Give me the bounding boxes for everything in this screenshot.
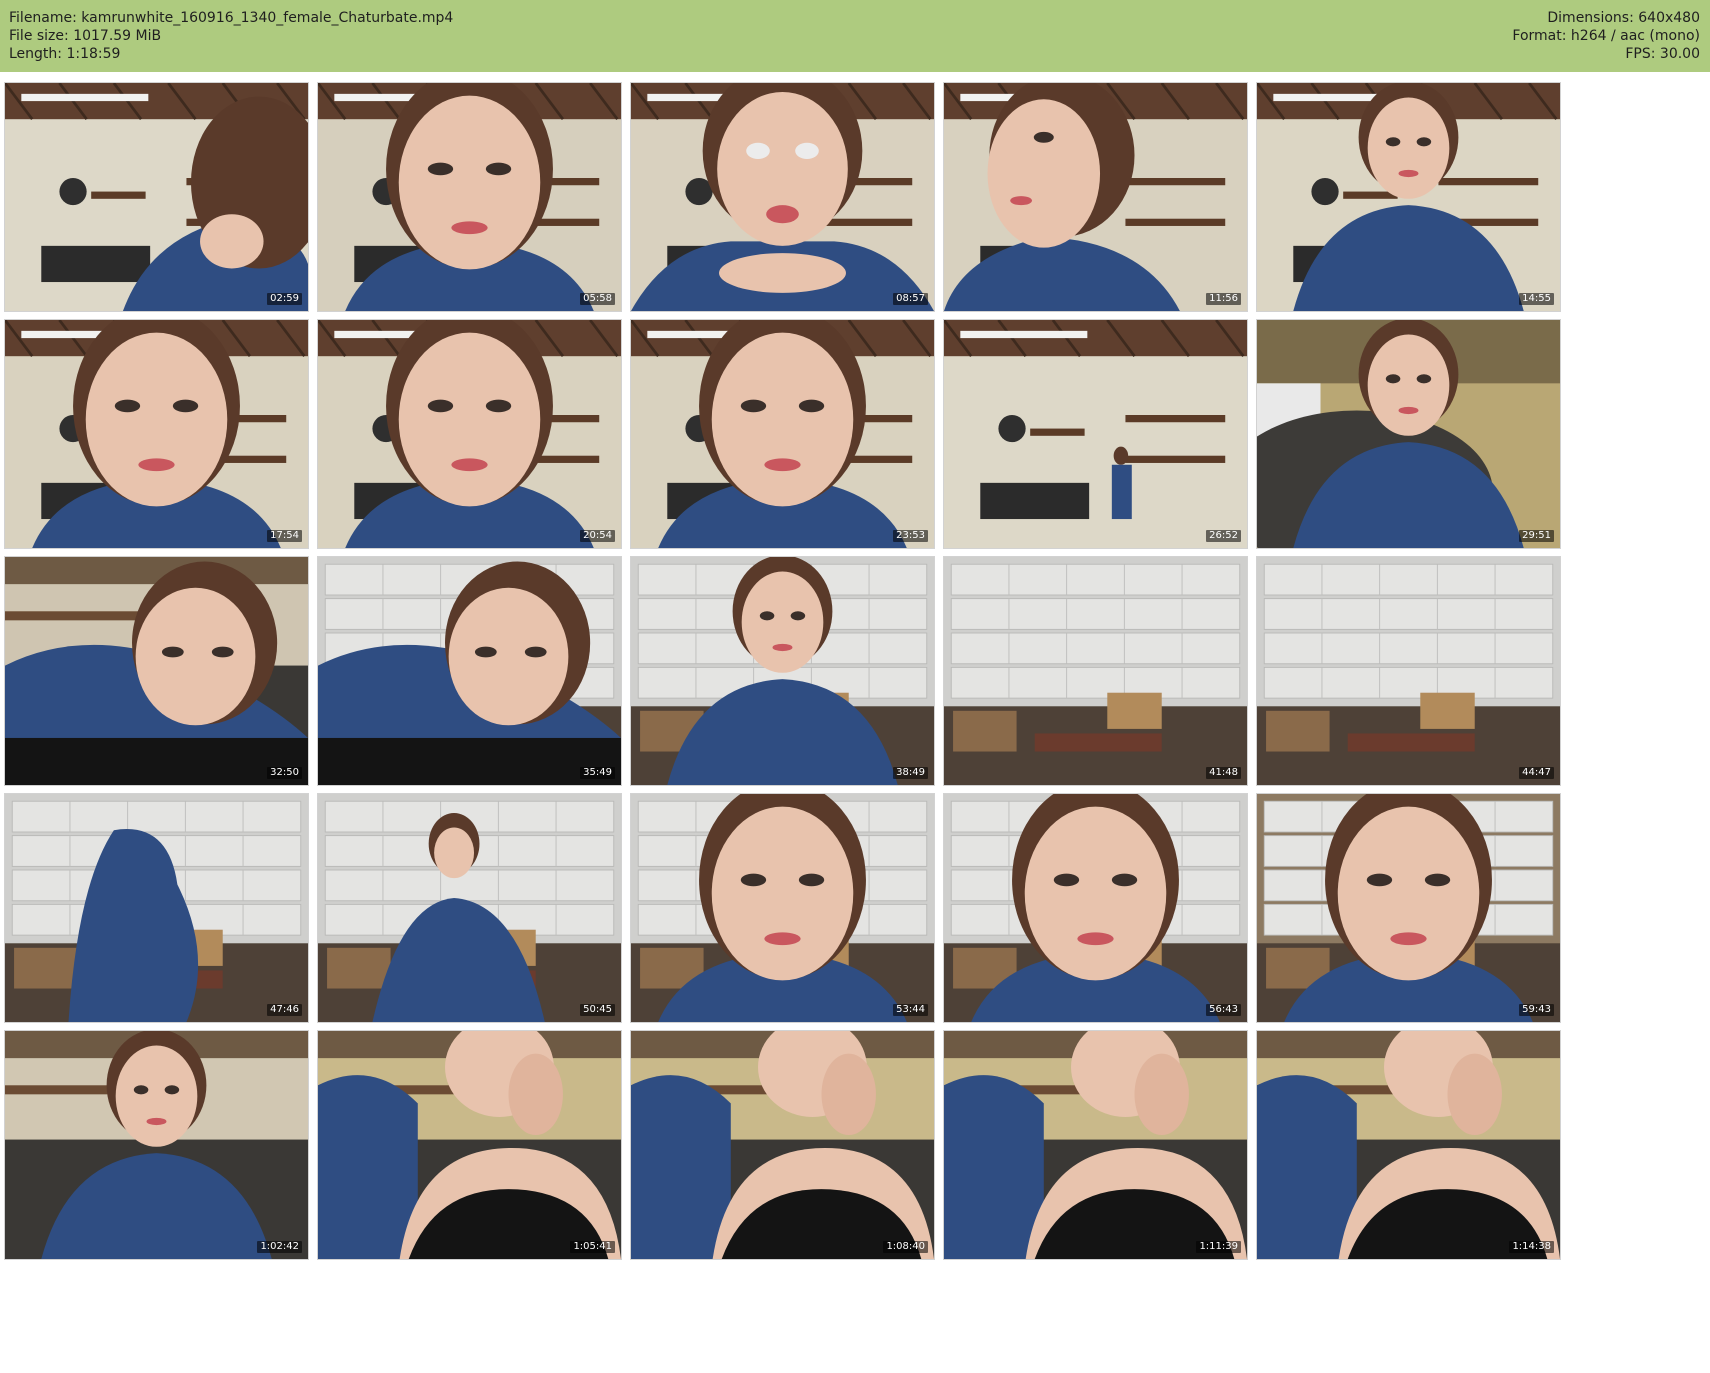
timestamp-label: 44:47: [1519, 767, 1554, 779]
thumbnail-frame: 56:43: [943, 793, 1248, 1023]
thumbnail-frame: 26:52: [943, 319, 1248, 549]
thumbnail-frame: 38:49: [630, 556, 935, 786]
thumbnail-frame: 1:08:40: [630, 1030, 935, 1260]
thumbnail-frame: 11:56: [943, 82, 1248, 312]
thumbnail-image: [5, 320, 308, 548]
thumbnail-image: [318, 320, 621, 548]
timestamp-label: 1:14:38: [1509, 1241, 1554, 1253]
thumbnail-frame: 50:45: [317, 793, 622, 1023]
timestamp-label: 35:49: [580, 767, 615, 779]
thumbnail-frame: 32:50: [4, 556, 309, 786]
thumbnail-image: [944, 794, 1247, 1022]
thumbnail-image: [631, 557, 934, 785]
contact-sheet-header: Filename: kamrunwhite_160916_1340_female…: [0, 0, 1710, 72]
thumbnail-image: [5, 557, 308, 785]
format-text: Format: h264 / aac (mono): [1512, 28, 1700, 44]
thumbnail-frame: 53:44: [630, 793, 935, 1023]
timestamp-label: 17:54: [267, 530, 302, 542]
timestamp-label: 02:59: [267, 293, 302, 305]
thumbnail-frame: 1:11:39: [943, 1030, 1248, 1260]
timestamp-label: 1:05:41: [570, 1241, 615, 1253]
thumbnail-image: [1257, 320, 1560, 548]
thumbnail-image: [944, 1031, 1247, 1259]
timestamp-label: 08:57: [893, 293, 928, 305]
thumbnail-image: [1257, 1031, 1560, 1259]
thumbnail-frame: 17:54: [4, 319, 309, 549]
timestamp-label: 47:46: [267, 1004, 302, 1016]
timestamp-label: 14:55: [1519, 293, 1554, 305]
thumbnail-image: [1257, 83, 1560, 311]
timestamp-label: 56:43: [1206, 1004, 1241, 1016]
timestamp-label: 05:58: [580, 293, 615, 305]
timestamp-label: 32:50: [267, 767, 302, 779]
timestamp-label: 41:48: [1206, 767, 1241, 779]
thumbnail-image: [5, 83, 308, 311]
thumbnail-image: [631, 320, 934, 548]
thumbnail-image: [1257, 557, 1560, 785]
thumbnail-frame: 1:02:42: [4, 1030, 309, 1260]
length-text: Length: 1:18:59: [9, 46, 121, 62]
thumbnail-image: [318, 83, 621, 311]
thumbnail-frame: 59:43: [1256, 793, 1561, 1023]
timestamp-label: 11:56: [1206, 293, 1241, 305]
filename-text: Filename: kamrunwhite_160916_1340_female…: [9, 10, 454, 26]
video-info-block: Dimensions: 640x480 Format: h264 / aac (…: [1512, 9, 1700, 63]
timestamp-label: 23:53: [893, 530, 928, 542]
timestamp-label: 59:43: [1519, 1004, 1554, 1016]
thumbnail-image: [5, 1031, 308, 1259]
thumbnail-image: [944, 320, 1247, 548]
thumbnail-image: [1257, 794, 1560, 1022]
thumbnail-image: [631, 83, 934, 311]
thumbnail-frame: 14:55: [1256, 82, 1561, 312]
thumbnail-image: [631, 1031, 934, 1259]
timestamp-label: 38:49: [893, 767, 928, 779]
timestamp-label: 29:51: [1519, 530, 1554, 542]
file-size-text: File size: 1017.59 MiB: [9, 28, 162, 44]
timestamp-label: 50:45: [580, 1004, 615, 1016]
thumbnail-image: [631, 794, 934, 1022]
thumbnail-frame: 29:51: [1256, 319, 1561, 549]
timestamp-label: 20:54: [580, 530, 615, 542]
timestamp-label: 53:44: [893, 1004, 928, 1016]
thumbnail-frame: 23:53: [630, 319, 935, 549]
thumbnail-image: [318, 557, 621, 785]
thumbnail-grid: 02:59 05:58 08:57 11:56 14:55 17:54 20:54 23:53…: [4, 82, 1706, 1372]
timestamp-label: 26:52: [1206, 530, 1241, 542]
thumbnail-frame: 41:48: [943, 556, 1248, 786]
thumbnail-image: [944, 557, 1247, 785]
thumbnail-frame: 1:14:38: [1256, 1030, 1561, 1260]
fps-text: FPS: 30.00: [1625, 46, 1700, 62]
thumbnail-image: [944, 83, 1247, 311]
thumbnail-frame: 08:57: [630, 82, 935, 312]
thumbnail-frame: 02:59: [4, 82, 309, 312]
thumbnail-frame: 20:54: [317, 319, 622, 549]
timestamp-label: 1:11:39: [1196, 1241, 1241, 1253]
thumbnail-frame: 05:58: [317, 82, 622, 312]
thumbnail-image: [318, 794, 621, 1022]
thumbnail-frame: 44:47: [1256, 556, 1561, 786]
thumbnail-frame: 47:46: [4, 793, 309, 1023]
thumbnail-frame: 35:49: [317, 556, 622, 786]
timestamp-label: 1:02:42: [257, 1241, 302, 1253]
thumbnail-image: [5, 794, 308, 1022]
timestamp-label: 1:08:40: [883, 1241, 928, 1253]
thumbnail-image: [318, 1031, 621, 1259]
dimensions-text: Dimensions: 640x480: [1547, 10, 1700, 26]
thumbnail-frame: 1:05:41: [317, 1030, 622, 1260]
file-info-block: Filename: kamrunwhite_160916_1340_female…: [9, 9, 453, 63]
